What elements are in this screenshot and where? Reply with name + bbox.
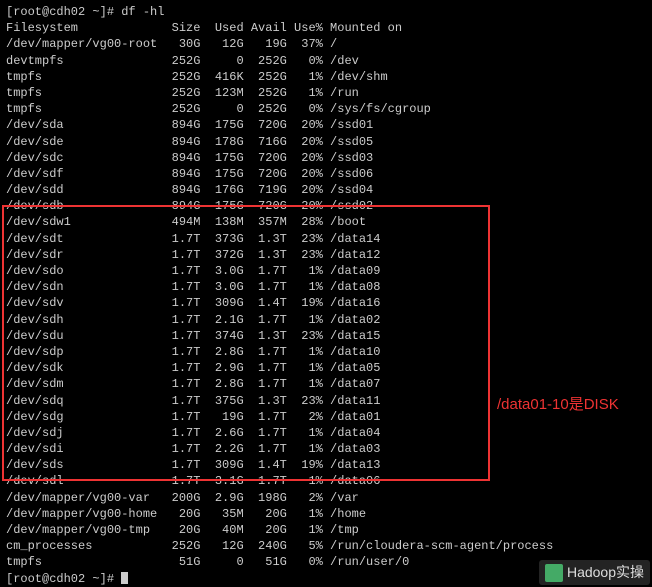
- table-row: /dev/sdm 1.7T 2.8G 1.7T 1% /data07: [6, 376, 646, 392]
- table-row: /dev/sdt 1.7T 373G 1.3T 23% /data14: [6, 231, 646, 247]
- prompt-line-1: [root@cdh02 ~]# df -hl: [6, 4, 646, 20]
- cursor-icon: [121, 572, 128, 584]
- table-row: tmpfs 252G 416K 252G 1% /dev/shm: [6, 69, 646, 85]
- table-row: /dev/sdw1 494M 138M 357M 28% /boot: [6, 214, 646, 230]
- df-rows-highlighted: /dev/sdt 1.7T 373G 1.3T 23% /data14/dev/…: [6, 231, 646, 490]
- table-row: tmpfs 252G 0 252G 0% /sys/fs/cgroup: [6, 101, 646, 117]
- table-row: devtmpfs 252G 0 252G 0% /dev: [6, 53, 646, 69]
- shell-prompt: [root@cdh02 ~]#: [6, 5, 121, 19]
- table-row: /dev/sdh 1.7T 2.1G 1.7T 1% /data02: [6, 312, 646, 328]
- shell-prompt: [root@cdh02 ~]#: [6, 572, 121, 586]
- df-header: Filesystem Size Used Avail Use% Mounted …: [6, 20, 646, 36]
- table-row: /dev/sdf 894G 175G 720G 20% /ssd06: [6, 166, 646, 182]
- table-row: /dev/sdr 1.7T 372G 1.3T 23% /data12: [6, 247, 646, 263]
- table-row: /dev/mapper/vg00-root 30G 12G 19G 37% /: [6, 36, 646, 52]
- watermark-badge: Hadoop实操: [539, 560, 650, 585]
- annotation-label: /data01-10是DISK: [497, 395, 619, 415]
- table-row: /dev/sdj 1.7T 2.6G 1.7T 1% /data04: [6, 425, 646, 441]
- table-row: /dev/sdl 1.7T 3.1G 1.7T 1% /data06: [6, 473, 646, 489]
- table-row: /dev/sdv 1.7T 309G 1.4T 19% /data16: [6, 295, 646, 311]
- command-text: df -hl: [121, 5, 164, 19]
- table-row: /dev/sdu 1.7T 374G 1.3T 23% /data15: [6, 328, 646, 344]
- table-row: /dev/sds 1.7T 309G 1.4T 19% /data13: [6, 457, 646, 473]
- table-row: /dev/sdd 894G 176G 719G 20% /ssd04: [6, 182, 646, 198]
- table-row: /dev/sdb 894G 175G 720G 20% /ssd02: [6, 198, 646, 214]
- df-rows-bottom: /dev/mapper/vg00-var 200G 2.9G 198G 2% /…: [6, 490, 646, 571]
- table-row: /dev/sdc 894G 175G 720G 20% /ssd03: [6, 150, 646, 166]
- table-row: /dev/mapper/vg00-home 20G 35M 20G 1% /ho…: [6, 506, 646, 522]
- table-row: /dev/sdi 1.7T 2.2G 1.7T 1% /data03: [6, 441, 646, 457]
- table-row: /dev/sdk 1.7T 2.9G 1.7T 1% /data05: [6, 360, 646, 376]
- table-row: cm_processes 252G 12G 240G 5% /run/cloud…: [6, 538, 646, 554]
- table-row: /dev/sda 894G 175G 720G 20% /ssd01: [6, 117, 646, 133]
- table-row: /dev/sdp 1.7T 2.8G 1.7T 1% /data10: [6, 344, 646, 360]
- table-row: /dev/sde 894G 178G 716G 20% /ssd05: [6, 134, 646, 150]
- table-row: /dev/sdo 1.7T 3.0G 1.7T 1% /data09: [6, 263, 646, 279]
- table-row: /dev/sdn 1.7T 3.0G 1.7T 1% /data08: [6, 279, 646, 295]
- table-row: /dev/mapper/vg00-tmp 20G 40M 20G 1% /tmp: [6, 522, 646, 538]
- table-row: tmpfs 252G 123M 252G 1% /run: [6, 85, 646, 101]
- watermark-text: Hadoop实操: [567, 563, 644, 582]
- table-row: /dev/mapper/vg00-var 200G 2.9G 198G 2% /…: [6, 490, 646, 506]
- watermark-logo-icon: [545, 564, 563, 582]
- df-rows-top: /dev/mapper/vg00-root 30G 12G 19G 37% /d…: [6, 36, 646, 230]
